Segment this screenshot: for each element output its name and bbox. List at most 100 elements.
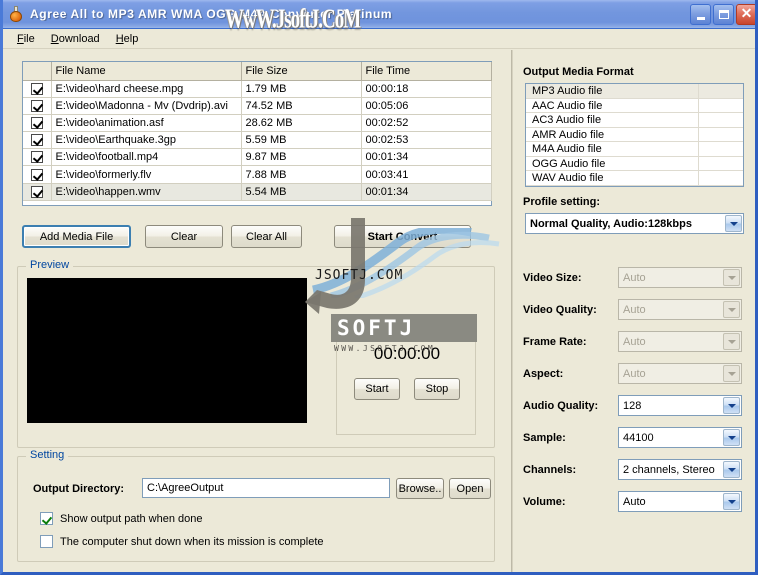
- frame-rate-label: Frame Rate:: [523, 336, 587, 348]
- format-item-m4a[interactable]: M4A Audio file: [526, 142, 743, 157]
- row-checkbox[interactable]: [30, 83, 43, 96]
- preview-video-surface[interactable]: [27, 278, 307, 423]
- format-item-wav[interactable]: WAV Audio file: [526, 171, 743, 186]
- table-row[interactable]: E:\video\formerly.flv 7.88 MB 00:03:41: [23, 165, 492, 184]
- shutdown-checkbox[interactable]: [40, 535, 53, 548]
- column-header-filetime[interactable]: File Time: [361, 62, 492, 81]
- column-header-filename[interactable]: File Name: [51, 62, 242, 81]
- shutdown-row[interactable]: The computer shut down when its mission …: [40, 535, 324, 548]
- format-item-mp3[interactable]: MP3 Audio file: [526, 84, 743, 99]
- start-convert-button[interactable]: Start Convert: [334, 225, 471, 248]
- cell-filetime: 00:01:34: [361, 183, 492, 201]
- row-checkbox-cell[interactable]: [23, 183, 52, 201]
- setting-group-label: Setting: [26, 449, 69, 461]
- cell-filename: E:\video\formerly.flv: [51, 165, 242, 184]
- frame-rate-combo: Auto: [618, 331, 742, 352]
- window-title: Agree All to MP3 AMR WMA OGG M4A Convert…: [30, 7, 393, 21]
- chevron-down-icon[interactable]: [725, 215, 742, 232]
- channels-combo[interactable]: 2 channels, Stereo: [618, 459, 742, 480]
- row-checkbox-cell[interactable]: [23, 97, 52, 116]
- profile-setting-value: Normal Quality, Audio:128kbps: [530, 217, 692, 230]
- cell-filename: E:\video\Earthquake.3gp: [51, 131, 242, 150]
- cell-filetime: 00:03:41: [361, 165, 492, 184]
- setting-group: Setting Output Directory: C:\AgreeOutput…: [17, 449, 495, 562]
- table-row[interactable]: E:\video\football.mp4 9.87 MB 00:01:34: [23, 148, 492, 167]
- chevron-down-icon[interactable]: [723, 493, 740, 510]
- sample-value: 44100: [623, 431, 654, 444]
- cell-filetime: 00:02:52: [361, 114, 492, 133]
- row-checkbox[interactable]: [30, 100, 43, 113]
- cell-filesize: 9.87 MB: [241, 148, 362, 167]
- row-checkbox-cell[interactable]: [23, 148, 52, 167]
- table-row[interactable]: E:\video\hard cheese.mpg 1.79 MB 00:00:1…: [23, 80, 492, 99]
- row-checkbox[interactable]: [30, 168, 43, 181]
- volume-label: Volume:: [523, 496, 566, 508]
- title-bar: Agree All to MP3 AMR WMA OGG M4A Convert…: [3, 0, 755, 29]
- profile-setting-combo[interactable]: Normal Quality, Audio:128kbps: [525, 213, 744, 234]
- chevron-down-icon[interactable]: [723, 461, 740, 478]
- add-media-file-button[interactable]: Add Media File: [22, 225, 131, 248]
- row-checkbox-cell[interactable]: [23, 131, 52, 150]
- chevron-down-icon[interactable]: [723, 397, 740, 414]
- open-button[interactable]: Open: [449, 478, 491, 499]
- video-size-combo: Auto: [618, 267, 742, 288]
- format-item-amr[interactable]: AMR Audio file: [526, 127, 743, 142]
- audio-quality-value: 128: [623, 399, 642, 412]
- clear-button[interactable]: Clear: [145, 225, 223, 248]
- column-header-check[interactable]: [23, 62, 52, 81]
- table-header-row: File Name File Size File Time: [23, 62, 492, 81]
- cell-filetime: 00:00:18: [361, 80, 492, 99]
- minimize-button[interactable]: [690, 3, 711, 25]
- maximize-icon: [718, 9, 729, 19]
- close-button[interactable]: ✕: [736, 3, 755, 25]
- row-checkbox[interactable]: [30, 134, 43, 147]
- table-row[interactable]: E:\video\happen.wmv 5.54 MB 00:01:34: [23, 183, 492, 201]
- column-header-filesize[interactable]: File Size: [241, 62, 362, 81]
- sample-combo[interactable]: 44100: [618, 427, 742, 448]
- minimize-icon: [697, 16, 705, 20]
- pane-divider: [511, 50, 513, 572]
- row-checkbox[interactable]: [30, 185, 43, 198]
- clear-all-button[interactable]: Clear All: [231, 225, 302, 248]
- aspect-label: Aspect:: [523, 368, 564, 380]
- show-output-path-checkbox[interactable]: [40, 512, 53, 525]
- row-checkbox-cell[interactable]: [23, 114, 52, 133]
- row-checkbox-cell[interactable]: [23, 80, 52, 99]
- browse-button[interactable]: Browse..: [396, 478, 444, 499]
- output-directory-input[interactable]: C:\AgreeOutput: [142, 478, 390, 498]
- chevron-down-icon[interactable]: [723, 429, 740, 446]
- video-quality-combo: Auto: [618, 299, 742, 320]
- cell-filesize: 5.54 MB: [241, 183, 362, 201]
- shutdown-label: The computer shut down when its mission …: [60, 535, 324, 548]
- format-item-ogg[interactable]: OGG Audio file: [526, 156, 743, 171]
- preview-stop-button[interactable]: Stop: [414, 378, 460, 400]
- channels-value: 2 channels, Stereo: [623, 463, 715, 476]
- output-media-format-list[interactable]: MP3 Audio file AAC Audio file AC3 Audio …: [525, 83, 744, 187]
- audio-quality-combo[interactable]: 128: [618, 395, 742, 416]
- row-checkbox[interactable]: [30, 117, 43, 130]
- table-row[interactable]: E:\video\animation.asf 28.62 MB 00:02:52: [23, 114, 492, 133]
- action-button-row: Add Media File Clear Clear All Start Con…: [22, 225, 492, 249]
- menu-item-download[interactable]: Download: [43, 31, 108, 47]
- table-row[interactable]: E:\video\Earthquake.3gp 5.59 MB 00:02:53: [23, 131, 492, 150]
- channels-label: Channels:: [523, 464, 577, 476]
- menu-bar: File Download Help: [3, 29, 755, 49]
- row-checkbox[interactable]: [30, 151, 43, 164]
- table-row[interactable]: E:\video\Madonna - Mv (Dvdrip).avi 74.52…: [23, 97, 492, 116]
- cell-filesize: 1.79 MB: [241, 80, 362, 99]
- maximize-button[interactable]: [713, 3, 734, 25]
- file-list[interactable]: File Name File Size File Time E:\video\h…: [22, 61, 492, 206]
- format-item-ac3[interactable]: AC3 Audio file: [526, 113, 743, 128]
- preview-start-button[interactable]: Start: [354, 378, 400, 400]
- format-item-aac[interactable]: AAC Audio file: [526, 98, 743, 113]
- cell-filesize: 7.88 MB: [241, 165, 362, 184]
- menu-item-help[interactable]: Help: [108, 31, 147, 47]
- chevron-down-icon: [723, 365, 740, 382]
- menu-item-file[interactable]: File: [9, 31, 43, 47]
- volume-combo[interactable]: Auto: [618, 491, 742, 512]
- video-size-label: Video Size:: [523, 272, 582, 284]
- row-checkbox-cell[interactable]: [23, 165, 52, 184]
- show-output-path-row[interactable]: Show output path when done: [40, 512, 203, 525]
- timer-display: 00:00:00: [373, 344, 441, 363]
- cell-filename: E:\video\hard cheese.mpg: [51, 80, 242, 99]
